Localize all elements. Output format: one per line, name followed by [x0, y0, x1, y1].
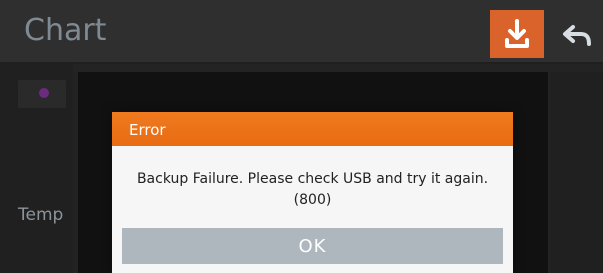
right-panel	[550, 72, 603, 273]
back-button[interactable]	[549, 10, 603, 58]
top-bar: Chart	[0, 0, 603, 64]
download-button[interactable]	[490, 10, 544, 58]
back-arrow-icon	[563, 25, 591, 46]
dialog-title-bar: Error	[112, 112, 513, 146]
download-icon	[505, 19, 529, 48]
series-color-dot	[39, 88, 49, 98]
dialog-message: Backup Failure. Please check USB and try…	[136, 171, 489, 187]
error-dialog: Error Backup Failure. Please check USB a…	[112, 112, 513, 273]
chart-screen: Chart Temp Error Backup Failure. Please …	[0, 0, 603, 273]
dialog-title: Error	[129, 121, 166, 139]
dialog-error-code: (800)	[293, 192, 332, 208]
temp-axis-label: Temp	[18, 205, 64, 225]
page-title: Chart	[24, 13, 107, 48]
ok-button[interactable]: OK	[122, 228, 503, 264]
